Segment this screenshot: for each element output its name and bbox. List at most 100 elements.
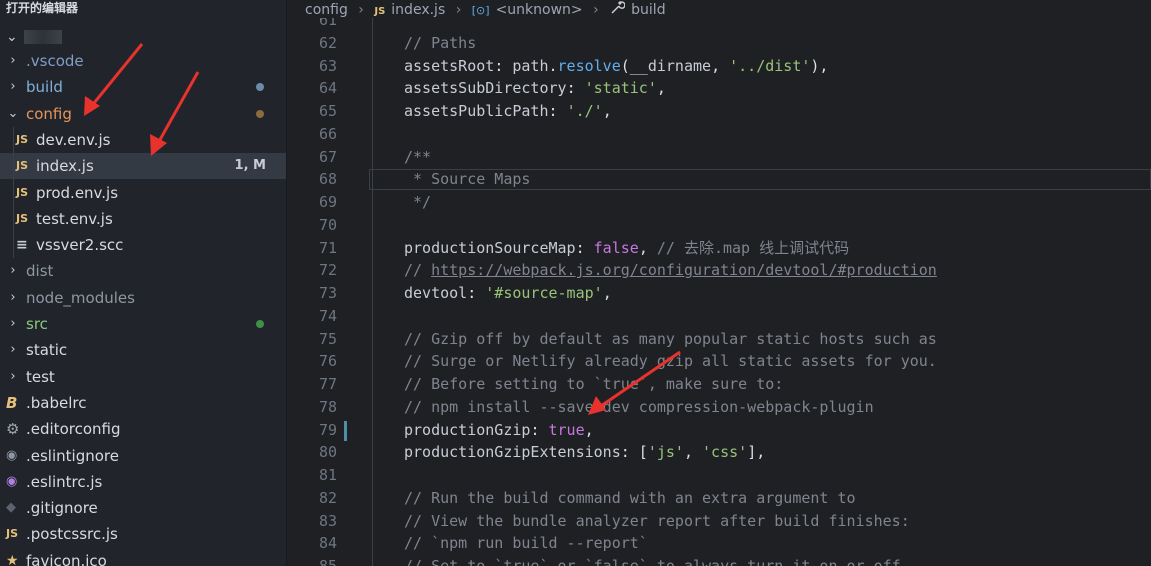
tree-item-editorconfig[interactable]: ⚙ .editorconfig (0, 416, 286, 442)
code-line: 69 */ (287, 191, 1151, 214)
tree-item-vscode[interactable]: › .vscode (0, 48, 286, 74)
tree-item-label: test (26, 367, 55, 386)
code-line: 66 (287, 123, 1151, 146)
code-token: https://webpack.js.org/configuration/dev… (431, 261, 937, 280)
line-number: 64 (318, 79, 337, 98)
code-token: . (548, 56, 558, 75)
chevron-right-icon: › (10, 53, 16, 68)
code-line: 67 /** (287, 146, 1151, 169)
line-number: 73 (318, 284, 337, 302)
code-line: 77 // Before setting to `true`, make sure… (287, 373, 1151, 396)
workspace-root[interactable]: ⌄ (0, 27, 62, 47)
code-token: : [ (620, 443, 648, 462)
tree-item-label: favicon.ico (26, 551, 107, 566)
tree-item-static[interactable]: › static (0, 337, 286, 363)
line-number: 72 (318, 261, 337, 280)
code-token: : (530, 420, 549, 439)
chevron-right-icon: › (10, 263, 16, 279)
code-token: __dirname (629, 56, 712, 75)
code-token: // Gzip off by default as many popular s… (404, 329, 937, 348)
tree-item-babelrc[interactable]: B .babelrc (0, 390, 286, 416)
line-number: 75 (318, 329, 337, 348)
tree-item-dev-env-js[interactable]: JS dev.env.js (0, 127, 286, 153)
code-token: // `npm run build --report` (404, 534, 648, 553)
tree-item-src[interactable]: › src (0, 311, 286, 337)
line-number: 84 (318, 534, 337, 553)
code-text: // Paths (404, 32, 476, 55)
status-dot-icon (256, 109, 264, 118)
status-dot-icon (256, 83, 264, 92)
tree-item-eslintrc-js[interactable]: ◉ .eslintrc.js (0, 469, 286, 495)
line-number: 61 (318, 18, 337, 29)
code-text: // `npm run build --report` (404, 532, 648, 555)
code-text: productionGzipExtensions: ['js', 'css'], (404, 441, 765, 464)
tree-item-config[interactable]: ⌄ config (0, 101, 286, 127)
tree-item-label: static (26, 341, 68, 360)
code-line: 84 // `npm run build --report` (287, 532, 1151, 555)
code-text: // Set to `true` or `false` to always tu… (404, 555, 901, 566)
line-number: 62 (318, 33, 337, 52)
code-text: */ (404, 191, 431, 214)
breadcrumb-item-file[interactable]: index.js (391, 2, 445, 18)
tree-item-label: build (26, 78, 63, 97)
code-token: // Before setting to `true`, make sure t… (404, 375, 784, 393)
code-token: 'static' (584, 79, 657, 98)
tree-item-label: .gitignore (26, 499, 98, 518)
chevron-right-icon: › (10, 289, 16, 305)
code-token: './' (566, 102, 603, 120)
code-token: path (512, 56, 549, 75)
code-line: 68 * Source Maps (287, 168, 1151, 191)
eslint-icon: ◉ (6, 447, 18, 463)
tree-item-label: .editorconfig (26, 420, 121, 439)
eslint-js-icon: ◉ (6, 473, 18, 489)
tree-item-index-js[interactable]: JS index.js 1, M (0, 153, 286, 180)
code-token: , (602, 284, 612, 302)
code-text: devtool: '#source-map', (404, 282, 612, 305)
tree-item-test-env-js[interactable]: JS test.env.js (0, 206, 286, 232)
code-text: // View the bundle analyzer report after… (404, 510, 910, 533)
tree-item-postcssrc-js[interactable]: JS .postcssrc.js (0, 521, 286, 547)
status-dot-icon (256, 320, 264, 328)
tree-item-node-modules[interactable]: › node_modules (0, 285, 286, 311)
code-line: 65 assetsPublicPath: './', (287, 100, 1151, 123)
code-token: ), (810, 56, 829, 75)
redacted-project-name (23, 30, 62, 44)
code-editor[interactable]: 61 62 // Paths 63 assetsRoot: path.resolve(_… (287, 18, 1151, 566)
tree-item-eslintignore[interactable]: ◉ .eslintignore (0, 443, 286, 469)
breadcrumb-item-symbol[interactable]: <unknown> (496, 2, 583, 18)
line-number: 66 (318, 124, 337, 143)
line-number: 69 (318, 193, 337, 211)
code-token: assetsRoot (404, 56, 495, 75)
tree-item-favicon-ico[interactable]: ★ favicon.ico (0, 548, 286, 566)
tree-item-label: config (26, 104, 72, 123)
code-token: // View the bundle analyzer report after… (404, 511, 910, 530)
gear-icon: ⚙ (6, 420, 20, 439)
tree-item-label: test.env.js (36, 209, 113, 228)
tree-item-prod-env-js[interactable]: JS prod.env.js (0, 180, 286, 206)
code-line: 64 assetsSubDirectory: 'static', (287, 77, 1151, 100)
breadcrumb-item-build[interactable]: build (631, 2, 665, 18)
tree-item-label: .postcssrc.js (26, 525, 118, 544)
code-token: // npm install --save-dev compression-we… (404, 397, 874, 416)
line-number: 67 (318, 147, 337, 166)
tree-item-label: dist (26, 262, 54, 281)
open-editors-header[interactable]: 打开的编辑器 (0, 0, 286, 18)
tree-item-build[interactable]: › build (0, 74, 286, 100)
js-file-icon: JS (16, 185, 29, 199)
tree-item-test[interactable]: › test (0, 364, 286, 390)
line-number: 81 (318, 466, 337, 484)
status-badge: 1, M (234, 158, 266, 174)
code-token: : (575, 238, 594, 257)
tree-item-vssver2-scc[interactable]: ≡ vssver2.scc (0, 232, 286, 258)
line-number: 71 (318, 238, 337, 257)
breadcrumb-item-config[interactable]: config (305, 2, 348, 18)
code-line: 85 // Set to `true` or `false` to always … (287, 555, 1151, 566)
code-token: 'js' (647, 443, 684, 462)
symbol-braces-icon: [⊙] (471, 4, 490, 17)
line-number: 83 (318, 511, 337, 530)
code-token: productionGzipExtensions (404, 443, 621, 462)
tree-item-dist[interactable]: › dist (0, 258, 286, 284)
code-token: resolve (557, 56, 621, 75)
tree-item-gitignore[interactable]: ◆ .gitignore (0, 495, 286, 521)
chevron-right-icon: › (10, 342, 16, 358)
